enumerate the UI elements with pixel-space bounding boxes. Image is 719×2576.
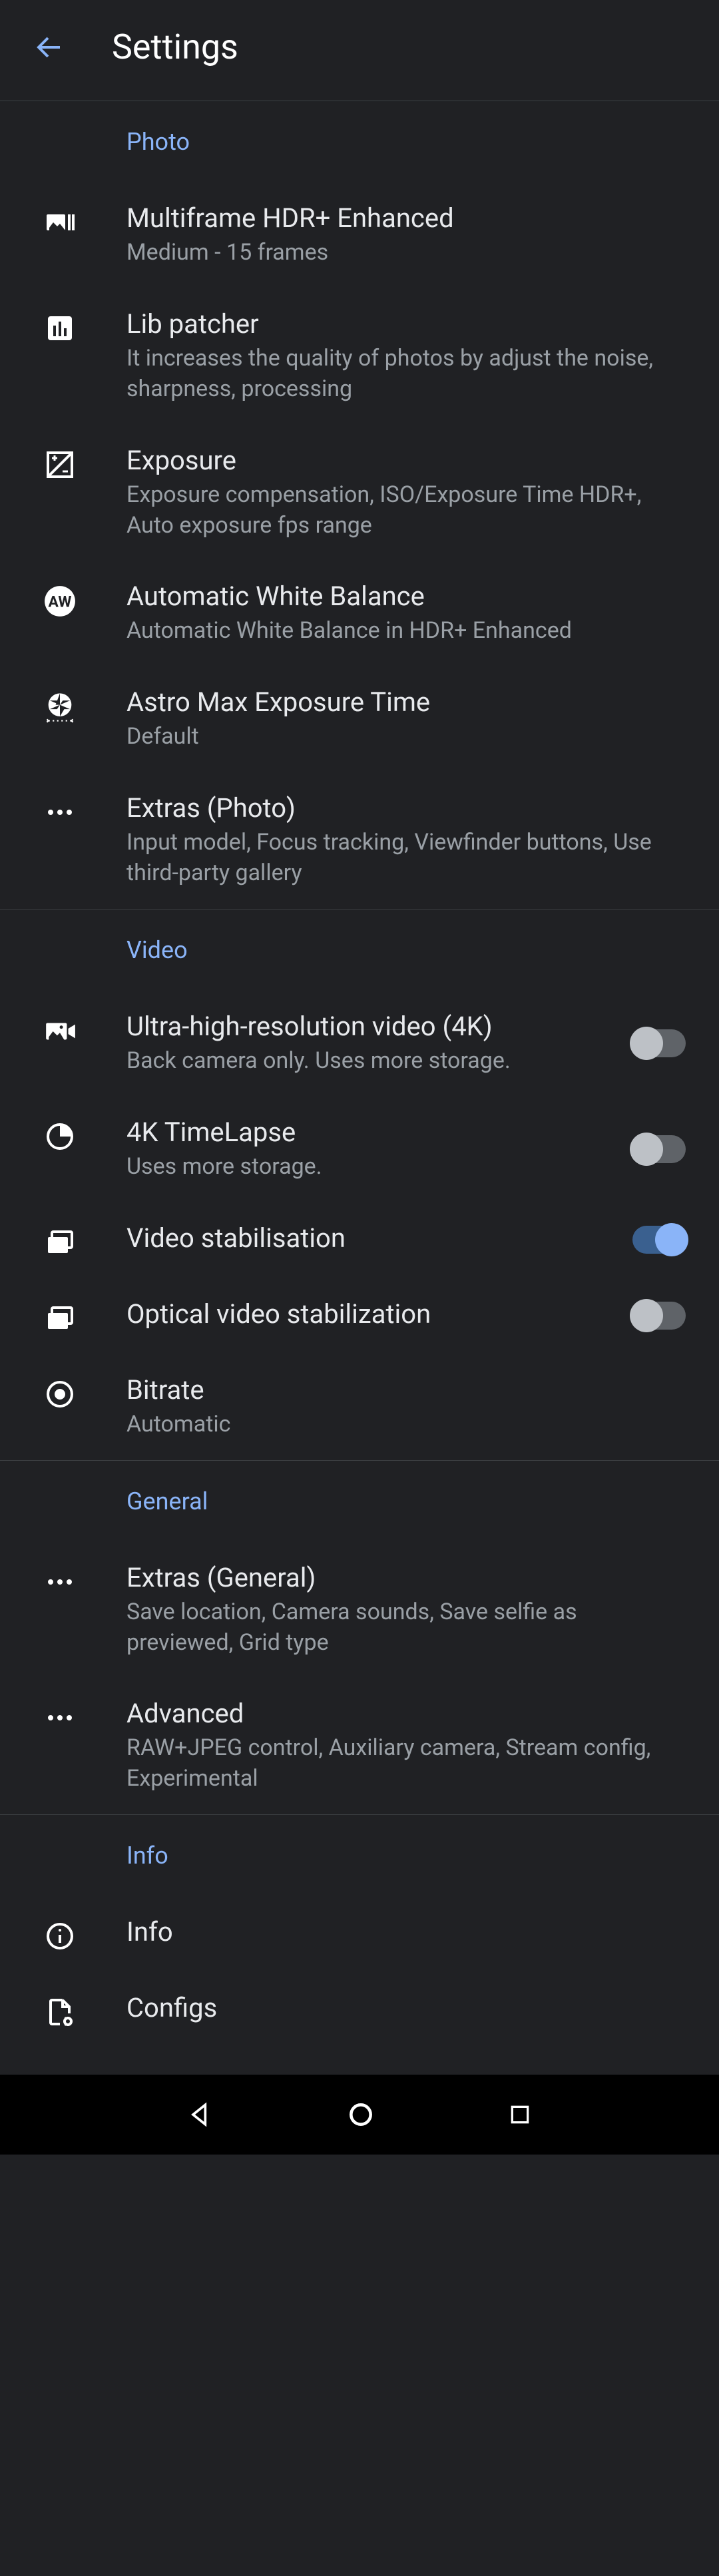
item-optical-stabilization[interactable]: Optical video stabilization <box>0 1278 719 1354</box>
more-horizontal-icon <box>40 1702 80 1734</box>
item-title: Extras (General) <box>126 1562 686 1593</box>
page-title: Settings <box>112 27 238 67</box>
nav-recent-icon[interactable] <box>507 2101 533 2128</box>
bar-chart-icon <box>40 312 80 344</box>
item-4k-video[interactable]: Ultra-high-resolution video (4K) Back ca… <box>0 991 719 1097</box>
target-icon <box>40 1378 80 1410</box>
toggle-4k-video[interactable] <box>632 1029 686 1057</box>
item-title: Bitrate <box>126 1374 686 1406</box>
svg-text:AW: AW <box>49 593 72 611</box>
item-subtitle: Save location, Camera sounds, Save selfi… <box>126 1597 686 1659</box>
toggle-video-stabilisation[interactable] <box>632 1226 686 1254</box>
item-title: Video stabilisation <box>126 1222 612 1254</box>
item-info[interactable]: Info <box>0 1896 719 1972</box>
item-subtitle: Input model, Focus tracking, Viewfinder … <box>126 828 686 889</box>
item-video-stabilisation[interactable]: Video stabilisation <box>0 1202 719 1278</box>
item-extras-photo[interactable]: Extras (Photo) Input model, Focus tracki… <box>0 772 719 909</box>
item-subtitle: Back camera only. Uses more storage. <box>126 1046 612 1077</box>
nav-home-icon[interactable] <box>346 2100 375 2129</box>
item-title: Advanced <box>126 1698 686 1729</box>
item-exposure[interactable]: Exposure Exposure compensation, ISO/Expo… <box>0 425 719 561</box>
item-extras-general[interactable]: Extras (General) Save location, Camera s… <box>0 1542 719 1678</box>
nav-back-icon[interactable] <box>186 2100 215 2129</box>
toggle-4k-timelapse[interactable] <box>632 1135 686 1163</box>
section-header-info: Info <box>0 1814 719 1896</box>
item-title: Extras (Photo) <box>126 792 686 824</box>
item-title: Optical video stabilization <box>126 1298 612 1330</box>
item-configs[interactable]: Configs <box>0 1972 719 2048</box>
item-subtitle: Exposure compensation, ISO/Exposure Time… <box>126 480 686 541</box>
exposure-icon <box>40 449 80 481</box>
item-title: Configs <box>126 1992 686 2023</box>
awb-icon: AW <box>40 585 80 618</box>
android-navbar <box>0 2075 719 2155</box>
section-header-video: Video <box>0 909 719 991</box>
timelapse-icon <box>40 1121 80 1153</box>
info-icon <box>40 1920 80 1952</box>
item-title: Lib patcher <box>126 308 686 340</box>
item-title: Ultra-high-resolution video (4K) <box>126 1011 612 1042</box>
item-title: Astro Max Exposure Time <box>126 686 686 718</box>
frames-icon <box>40 1302 80 1334</box>
item-title: Automatic White Balance <box>126 581 686 612</box>
item-subtitle: RAW+JPEG control, Auxiliary camera, Stre… <box>126 1733 686 1794</box>
item-astro[interactable]: Astro Max Exposure Time Default <box>0 666 719 772</box>
section-header-general: General <box>0 1460 719 1542</box>
item-subtitle: Automatic <box>126 1410 686 1440</box>
more-horizontal-icon <box>40 1566 80 1598</box>
header: Settings <box>0 0 719 101</box>
video-4k-icon <box>40 1015 80 1048</box>
item-subtitle: Medium - 15 frames <box>126 238 686 268</box>
item-subtitle: Automatic White Balance in HDR+ Enhanced <box>126 616 686 646</box>
item-title: 4K TimeLapse <box>126 1117 612 1148</box>
item-4k-timelapse[interactable]: 4K TimeLapse Uses more storage. <box>0 1097 719 1202</box>
item-advanced[interactable]: Advanced RAW+JPEG control, Auxiliary cam… <box>0 1678 719 1814</box>
item-title: Multiframe HDR+ Enhanced <box>126 202 686 234</box>
item-lib-patcher[interactable]: Lib patcher It increases the quality of … <box>0 288 719 425</box>
more-horizontal-icon <box>40 796 80 828</box>
frames-icon <box>40 1226 80 1258</box>
item-multiframe-hdr[interactable]: Multiframe HDR+ Enhanced Medium - 15 fra… <box>0 182 719 288</box>
shutter-icon <box>40 690 80 725</box>
back-arrow-icon[interactable] <box>33 31 65 63</box>
item-title: Info <box>126 1916 686 1947</box>
item-subtitle: Uses more storage. <box>126 1152 612 1182</box>
section-header-photo: Photo <box>0 101 719 182</box>
file-gear-icon <box>40 1996 80 2028</box>
item-subtitle: It increases the quality of photos by ad… <box>126 344 686 405</box>
burst-icon <box>40 206 80 238</box>
item-awb[interactable]: AW Automatic White Balance Automatic Whi… <box>0 561 719 666</box>
item-subtitle: Default <box>126 722 686 752</box>
toggle-optical-stabilization[interactable] <box>632 1302 686 1330</box>
item-bitrate[interactable]: Bitrate Automatic <box>0 1354 719 1460</box>
item-title: Exposure <box>126 445 686 476</box>
